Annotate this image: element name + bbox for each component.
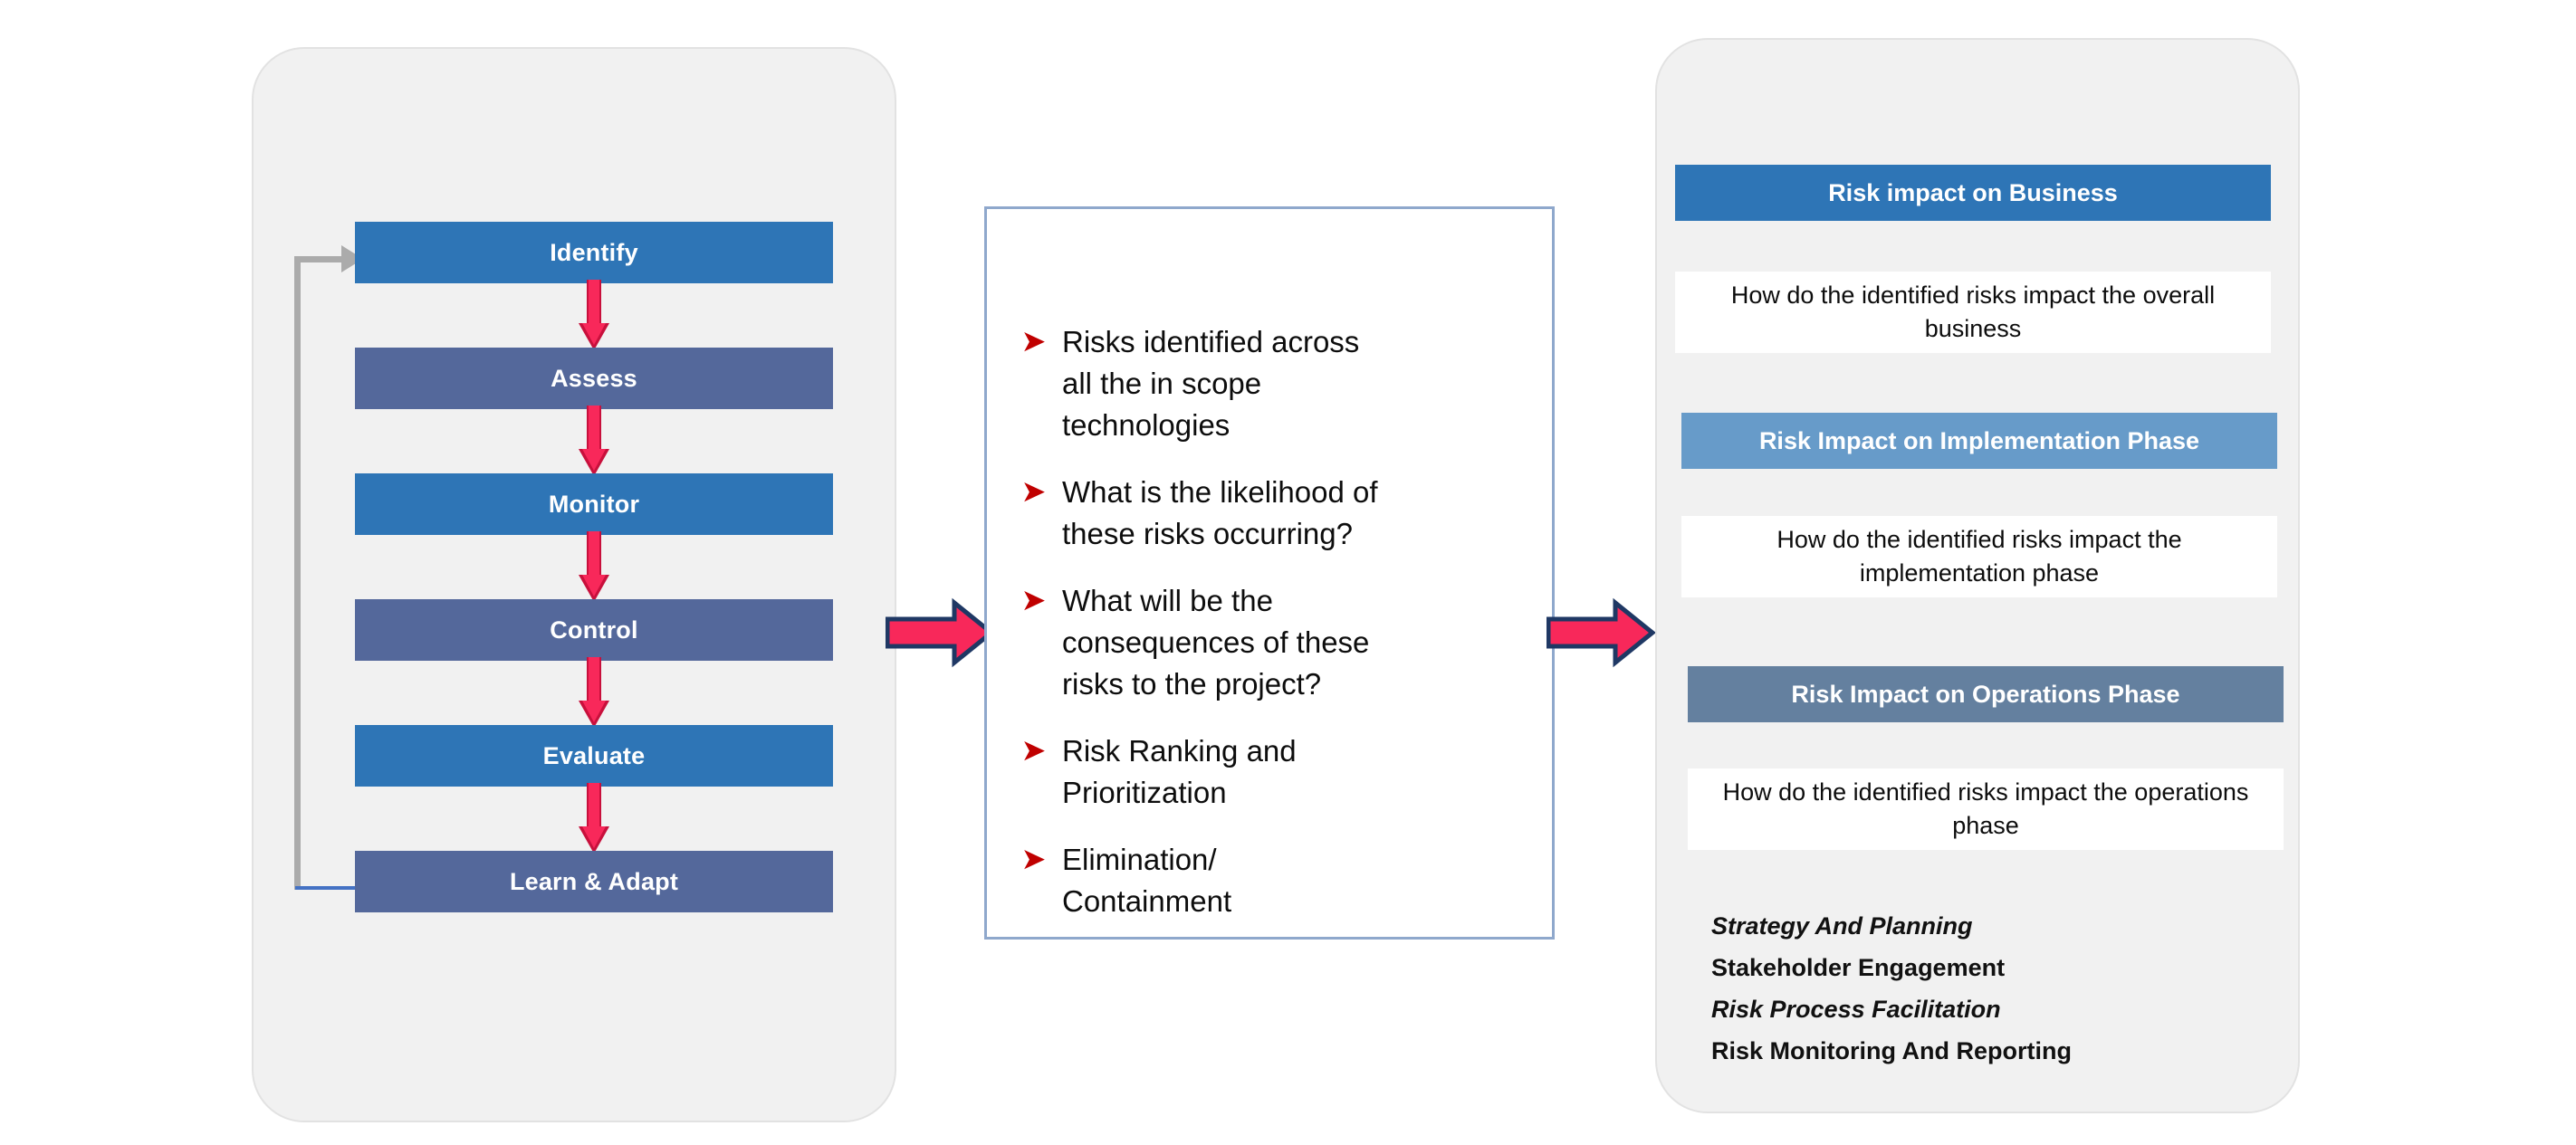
impact-body-business: How do the identified risks impact the o… bbox=[1675, 272, 2271, 353]
process-step-control[interactable]: Control bbox=[355, 599, 833, 661]
arrow-bullet-icon: ➤ bbox=[1022, 844, 1046, 874]
impact-header-implementation-phase[interactable]: Risk Impact on Implementation Phase bbox=[1681, 413, 2277, 469]
impact-body-implementation-phase: How do the identified risks impact the i… bbox=[1681, 516, 2277, 597]
list-item: ➤ Risks identified across all the in sco… bbox=[1019, 321, 1544, 446]
feedback-loop-top-segment bbox=[294, 256, 343, 262]
process-connector-4 bbox=[355, 657, 833, 728]
process-step-evaluate[interactable]: Evaluate bbox=[355, 725, 833, 787]
down-arrow-icon bbox=[579, 531, 609, 602]
feedback-loop-vertical-line bbox=[294, 256, 301, 890]
impact-body-text: How do the identified risks impact the o… bbox=[1730, 281, 2216, 342]
impact-body-text: How do the identified risks impact the o… bbox=[1722, 778, 2249, 839]
connector-arrow-process-to-questions-icon bbox=[886, 597, 994, 668]
process-step-assess[interactable]: Assess bbox=[355, 348, 833, 409]
process-connector-1 bbox=[355, 280, 833, 350]
impact-header-operations-phase[interactable]: Risk Impact on Operations Phase bbox=[1688, 666, 2284, 722]
process-connector-5 bbox=[355, 783, 833, 854]
list-item: Risk Monitoring And Reporting bbox=[1711, 1037, 2072, 1064]
impact-header-label: Risk Impact on Implementation Phase bbox=[1758, 426, 2200, 454]
impact-header-business[interactable]: Risk impact on Business bbox=[1675, 165, 2271, 221]
impact-body-text: How do the identified risks impact the i… bbox=[1776, 526, 2182, 587]
process-step-list: Identify Assess Monitor Control Evaluate bbox=[355, 222, 833, 912]
risk-questions-bullet-list: ➤ Risks identified across all the in sco… bbox=[1019, 321, 1544, 948]
bullet-text: What will be the consequences of these r… bbox=[1062, 584, 1370, 701]
list-item: Strategy And Planning bbox=[1711, 912, 1973, 940]
list-item: ➤ Risk Ranking and Prioritization bbox=[1019, 730, 1544, 814]
arrow-bullet-icon: ➤ bbox=[1022, 327, 1046, 357]
list-item: Stakeholder Engagement bbox=[1711, 954, 2006, 981]
down-arrow-icon bbox=[579, 406, 609, 476]
process-step-monitor[interactable]: Monitor bbox=[355, 473, 833, 535]
process-step-label: Evaluate bbox=[542, 741, 646, 769]
bullet-text: Risk Ranking and Prioritization bbox=[1062, 734, 1297, 809]
impact-header-label: Risk impact on Business bbox=[1828, 178, 2118, 206]
process-connector-2 bbox=[355, 406, 833, 476]
impact-header-label: Risk Impact on Operations Phase bbox=[1791, 680, 2180, 708]
list-item: ➤ What is the likelihood of these risks … bbox=[1019, 472, 1544, 555]
down-arrow-icon bbox=[579, 280, 609, 350]
process-step-label: Identify bbox=[550, 238, 638, 266]
arrow-bullet-icon: ➤ bbox=[1022, 586, 1046, 615]
process-step-learn-and-adapt[interactable]: Learn & Adapt bbox=[355, 851, 833, 912]
bullet-text: Risks identified across all the in scope… bbox=[1062, 325, 1360, 442]
bullet-text: Elimination/ Containment bbox=[1062, 843, 1232, 918]
connector-arrow-questions-to-impact-icon bbox=[1547, 597, 1655, 668]
arrow-bullet-icon: ➤ bbox=[1022, 477, 1046, 507]
list-item: Risk Process Facilitation bbox=[1711, 996, 2001, 1023]
arrow-bullet-icon: ➤ bbox=[1022, 736, 1046, 766]
process-connector-3 bbox=[355, 531, 833, 602]
process-step-label: Learn & Adapt bbox=[509, 867, 679, 895]
process-step-label: Monitor bbox=[548, 490, 640, 518]
impact-body-operations-phase: How do the identified risks impact the o… bbox=[1688, 768, 2284, 850]
process-step-label: Control bbox=[550, 615, 638, 644]
down-arrow-icon bbox=[579, 657, 609, 728]
list-item: ➤ Elimination/ Containment bbox=[1019, 839, 1544, 922]
process-step-identify[interactable]: Identify bbox=[355, 222, 833, 283]
down-arrow-icon bbox=[579, 783, 609, 854]
feedback-loop-bottom-segment bbox=[295, 886, 357, 890]
bullet-text: What is the likelihood of these risks oc… bbox=[1062, 475, 1378, 550]
list-item: ➤ What will be the consequences of these… bbox=[1019, 580, 1544, 705]
risk-activities-list: Strategy And Planning Stakeholder Engage… bbox=[1711, 905, 2273, 1072]
process-step-label: Assess bbox=[551, 364, 637, 392]
